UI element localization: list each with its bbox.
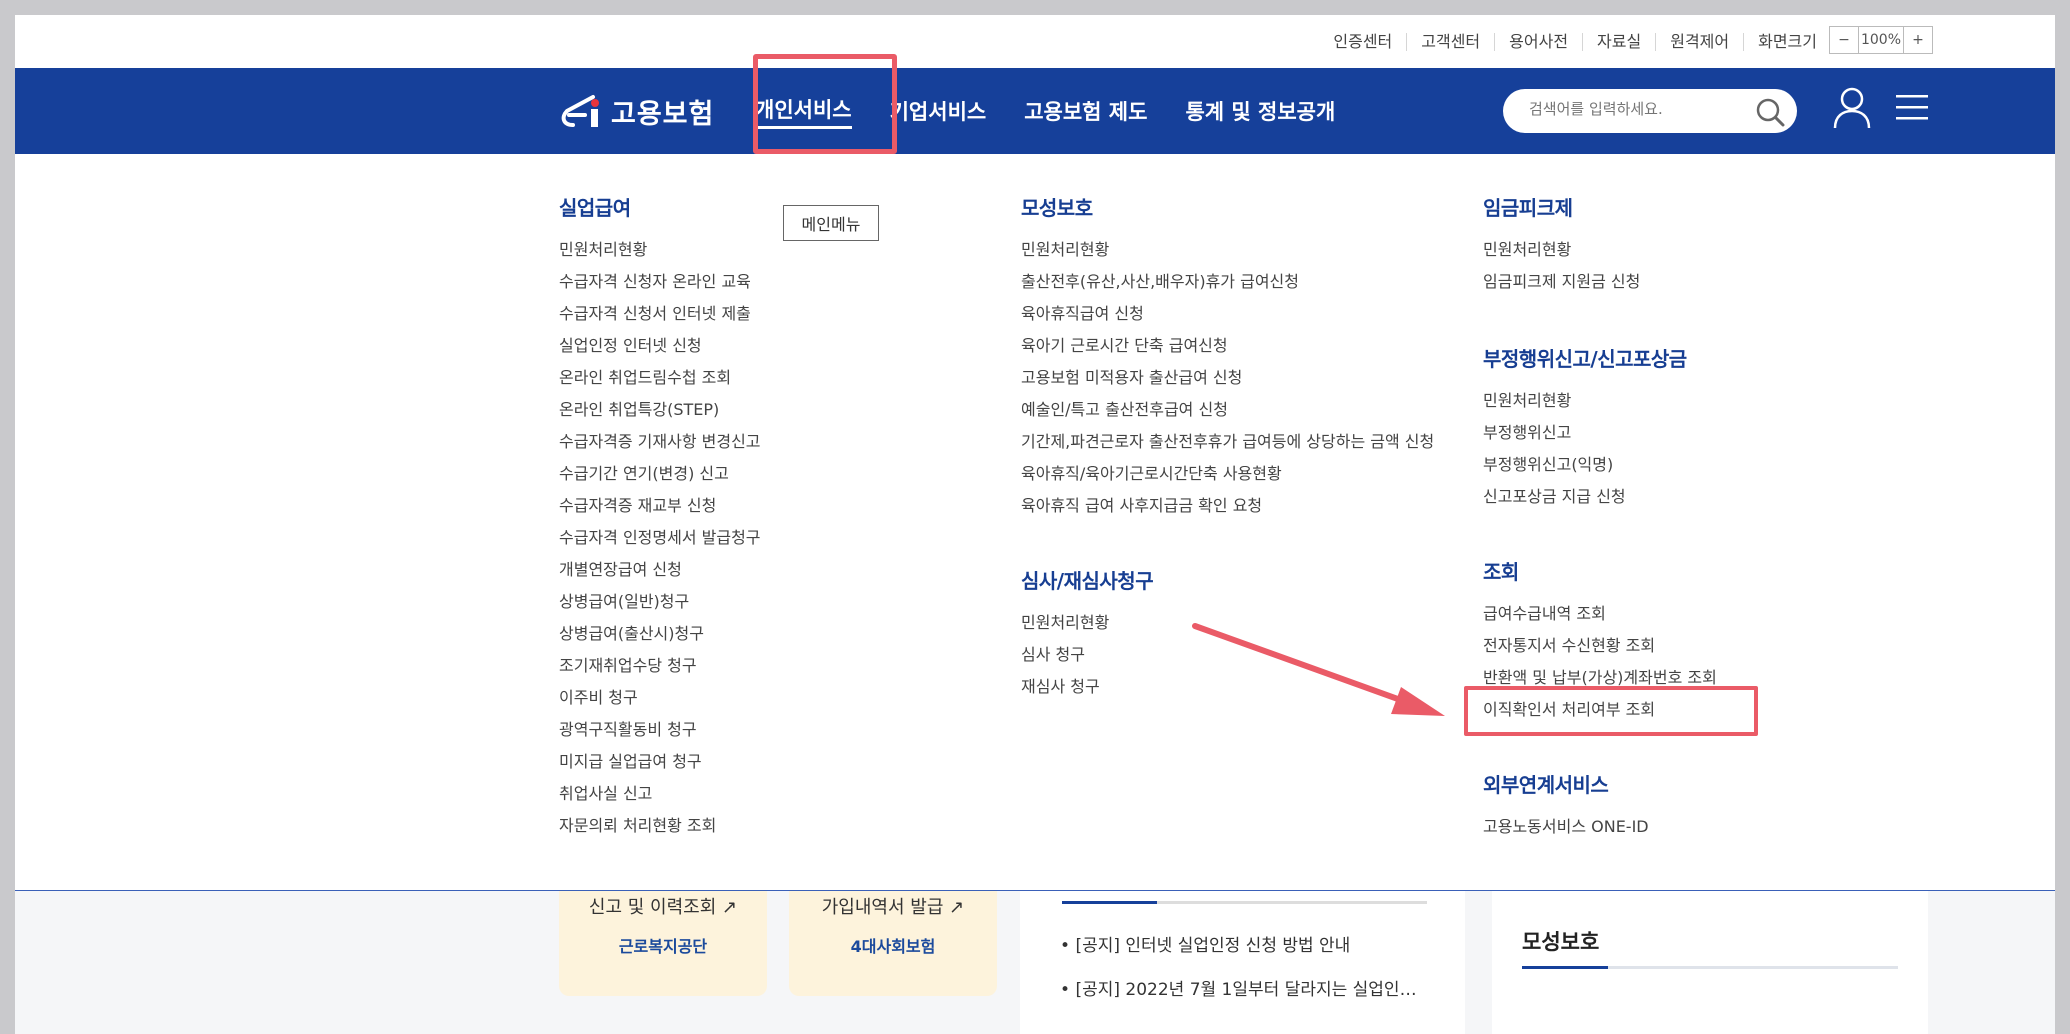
logo-text: 고용보험	[611, 98, 715, 130]
zoom-in-button[interactable]: +	[1904, 27, 1932, 53]
card-title: 신고 및 이력조회	[588, 897, 717, 918]
notice-tab-bar	[1062, 901, 1427, 904]
highlight-box-nav	[753, 54, 897, 154]
util-link-glossary[interactable]: 용어사전	[1495, 33, 1584, 51]
zoom-out-button[interactable]: −	[1830, 27, 1858, 53]
notice-text: [공지] 2022년 7월 1일부터 달라지는 실업인…	[1075, 980, 1417, 1000]
card-org: 4대사회보험	[850, 937, 936, 956]
highlight-box-menu-item	[1464, 686, 1758, 736]
side-panel: 모성보호	[1492, 891, 1928, 1034]
nav-business-services[interactable]: 기업서비스	[890, 96, 987, 126]
page-content-background: 신고 및 이력조회 ↗ 근로복지공단 가입내역서 발급 ↗ 4대사회보험 • […	[15, 891, 2055, 1034]
side-panel-tab-bar	[1522, 966, 1898, 969]
mega-menu: 실업급여 민원처리현황 수급자격 신청자 온라인 교육 수급자격 신청서 인터넷…	[15, 154, 2055, 891]
search-input[interactable]	[1529, 100, 1749, 118]
card-title: 가입내역서 발급	[821, 897, 944, 918]
util-link-remote-control[interactable]: 원격제어	[1656, 33, 1745, 51]
util-link-cert-center[interactable]: 인증센터	[1319, 33, 1408, 51]
notice-item[interactable]: • [공지] 인터넷 실업인정 신청 방법 안내	[1060, 931, 1350, 956]
external-link-icon: ↗	[949, 897, 965, 918]
util-link-customer-center[interactable]: 고객센터	[1407, 33, 1496, 51]
notice-panel: • [공지] 인터넷 실업인정 신청 방법 안내 • [공지] 2022년 7월…	[1020, 891, 1465, 1034]
notice-text: [공지] 인터넷 실업인정 신청 방법 안내	[1075, 936, 1351, 956]
service-card-4insurance[interactable]: 가입내역서 발급 ↗ 4대사회보험	[789, 891, 997, 996]
zoom-control: − 100% +	[1829, 26, 1933, 54]
annotation-arrow-icon	[1192, 623, 1445, 716]
utility-links: 인증센터 고객센터 용어사전 자료실 원격제어 화면크기	[1319, 23, 1825, 61]
main-header: 고용보험 개인서비스 기업서비스 고용보험 제도 통계 및 정보공개	[15, 68, 2055, 154]
site-logo[interactable]: 고용보험	[559, 88, 714, 134]
hamburger-menu-icon[interactable]	[1896, 93, 1928, 123]
service-card-welfare[interactable]: 신고 및 이력조회 ↗ 근로복지공단	[559, 891, 767, 996]
card-org: 근로복지공단	[618, 937, 708, 956]
side-panel-title: 모성보호	[1522, 930, 1600, 954]
utility-bar: 인증센터 고객센터 용어사전 자료실 원격제어 화면크기 − 100% +	[15, 15, 2055, 68]
page: 인증센터 고객센터 용어사전 자료실 원격제어 화면크기 − 100% + 고용…	[15, 15, 2055, 1034]
external-link-icon: ↗	[722, 897, 738, 918]
notice-item[interactable]: • [공지] 2022년 7월 1일부터 달라지는 실업인…	[1060, 975, 1417, 1000]
search-box	[1503, 89, 1797, 133]
search-icon[interactable]	[1755, 97, 1785, 127]
util-label-screen-size: 화면크기	[1758, 32, 1817, 51]
util-link-library[interactable]: 자료실	[1583, 33, 1657, 51]
nav-statistics-disclosure[interactable]: 통계 및 정보공개	[1185, 96, 1335, 126]
zoom-value: 100%	[1858, 27, 1904, 53]
nav-insurance-system[interactable]: 고용보험 제도	[1024, 96, 1147, 126]
user-icon[interactable]	[1832, 86, 1872, 130]
logo-mark-icon	[561, 95, 599, 127]
